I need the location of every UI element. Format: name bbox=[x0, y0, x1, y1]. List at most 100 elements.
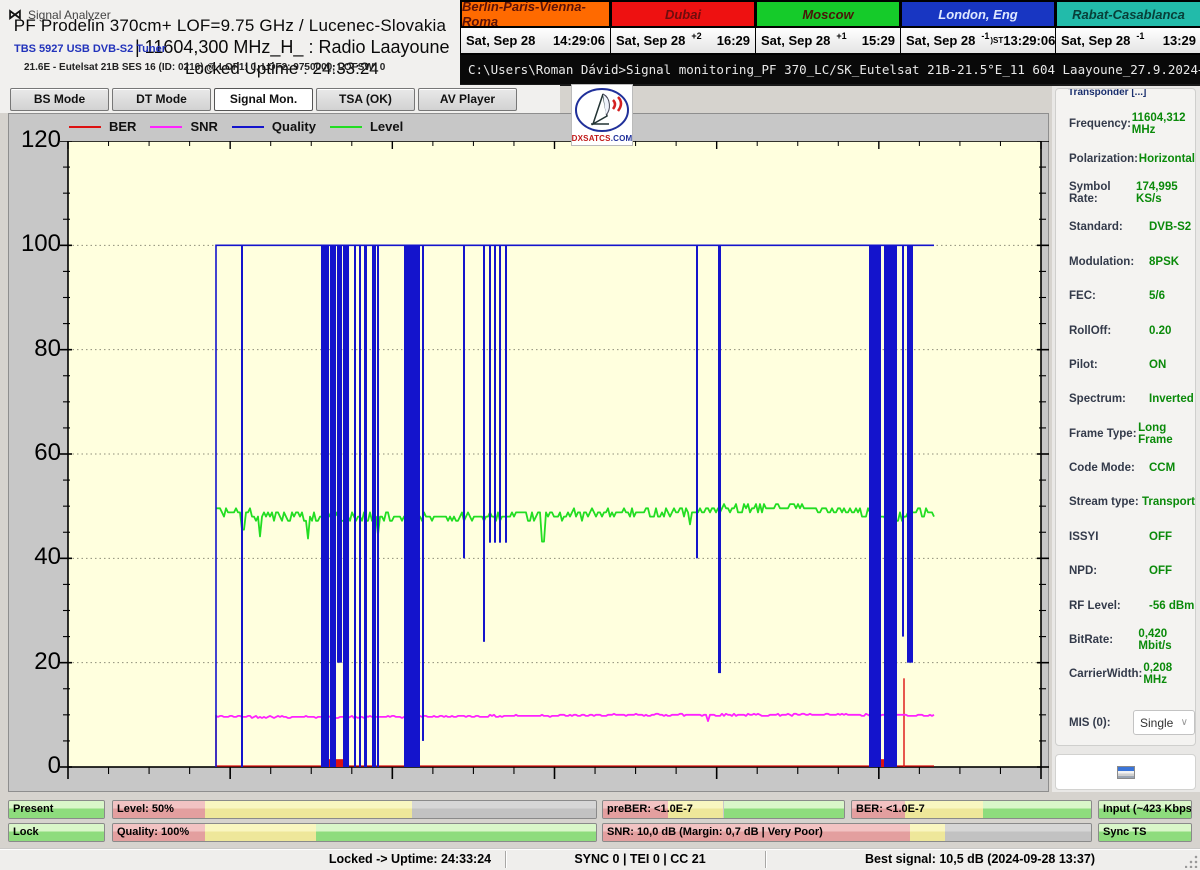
sidebar-label: MIS (0): bbox=[1069, 717, 1133, 729]
status-divider bbox=[765, 851, 767, 868]
clock-time: 15:29 bbox=[862, 33, 895, 48]
resize-grip[interactable] bbox=[1185, 855, 1198, 868]
sidebar-row-frequency-: Frequency:11604,312 MHz bbox=[1056, 107, 1195, 141]
sidebar-row-fec-: FEC:5/6 bbox=[1056, 279, 1195, 313]
meter-label: SNR: 10,0 dB (Margin: 0,7 dB | Very Poor… bbox=[607, 826, 823, 838]
sidebar-row-symbol-rate-: Symbol Rate:174,995 KS/s bbox=[1056, 176, 1195, 210]
meter-input-kbps-: Input (~423 Kbps) bbox=[1098, 800, 1192, 819]
clock-time: 13:29:06 bbox=[1003, 33, 1055, 48]
status-bar: Locked -> Uptime: 24:33:24 SYNC 0 | TEI … bbox=[0, 848, 1200, 870]
clock-date: Sat, Sep 28 bbox=[761, 33, 830, 48]
signal-history-plot bbox=[9, 141, 1050, 791]
sidebar-label: Modulation: bbox=[1069, 256, 1149, 268]
meter-present: Present bbox=[8, 800, 105, 819]
meter-label: Lock bbox=[13, 826, 39, 838]
legend-label: Level bbox=[370, 119, 403, 134]
transponder-sidebar: Transponder [...] Frequency:11604,312 MH… bbox=[1052, 86, 1200, 792]
meter-label: Level: 50% bbox=[117, 803, 174, 815]
sidebar-value: 8PSK bbox=[1149, 256, 1179, 268]
sidebar-label: BitRate: bbox=[1069, 634, 1138, 646]
sidebar-row-bitrate-: BitRate:0,420 Mbit/s bbox=[1056, 623, 1195, 657]
chart-legend: BERSNRQualityLevel bbox=[69, 119, 403, 134]
clock-time: 13:29 bbox=[1163, 33, 1196, 48]
satellite-label: 21.6E - Eutelsat 21B SES 16 (ID: 0216) @… bbox=[24, 62, 385, 73]
meter-segment bbox=[205, 824, 316, 841]
ts-data-button[interactable] bbox=[1055, 754, 1196, 790]
meter-segment bbox=[412, 801, 596, 818]
meter-snr: SNR: 10,0 dB (Margin: 0,7 dB | Very Poor… bbox=[602, 823, 1092, 842]
sidebar-row-spectrum-: Spectrum:Inverted bbox=[1056, 382, 1195, 416]
sidebar-label: NPD: bbox=[1069, 565, 1149, 577]
clock-time-cell: Sat, Sep 28-113:29 bbox=[1056, 28, 1200, 53]
meter-label: BER: <1.0E-7 bbox=[856, 803, 925, 815]
meter-ber: BER: <1.0E-7 bbox=[851, 800, 1092, 819]
status-best-signal: Best signal: 10,5 dB (2024-09-28 13:37) bbox=[775, 852, 1185, 866]
sidebar-label: Standard: bbox=[1069, 221, 1149, 233]
mode-button-tsa-ok-[interactable]: TSA (OK) bbox=[316, 88, 415, 111]
sidebar-row-npd-: NPD:OFF bbox=[1056, 554, 1195, 588]
mis-dropdown[interactable]: Single∨ bbox=[1133, 710, 1195, 735]
clock-date: Sat, Sep 28 bbox=[906, 33, 975, 48]
signal-chart-panel: BERSNRQualityLevel 020406080100120 bbox=[8, 113, 1049, 792]
sidebar-label: Pilot: bbox=[1069, 359, 1149, 371]
sidebar-value: Inverted bbox=[1149, 393, 1194, 405]
legend-item-ber: BER bbox=[69, 119, 136, 134]
status-sync: SYNC 0 | TEI 0 | CC 21 bbox=[515, 852, 765, 866]
meter-segment bbox=[316, 824, 596, 841]
chevron-down-icon: ∨ bbox=[1181, 717, 1188, 728]
clock-utc-offset: +1 bbox=[836, 31, 846, 41]
dish-title: PF Prodelin 370cm+ LOF=9.75 GHz / Lucene… bbox=[0, 16, 460, 36]
legend-swatch bbox=[69, 126, 101, 128]
meter-label: Input (~423 Kbps) bbox=[1103, 803, 1192, 815]
logo-text: DXSATCS.COM bbox=[572, 134, 633, 143]
sidebar-label: Code Mode: bbox=[1069, 462, 1149, 474]
clock-utc-offset: -1 bbox=[981, 31, 989, 41]
clock-city-berlin-paris-vienna-roma: Berlin-Paris-Vienna-Roma bbox=[461, 1, 610, 27]
sidebar-value: 0,208 MHz bbox=[1143, 662, 1195, 686]
meter-level: Level: 50% bbox=[112, 800, 597, 819]
meter-segment bbox=[205, 801, 413, 818]
sidebar-value: OFF bbox=[1149, 531, 1172, 543]
clock-time-cell: Sat, Sep 28 +1 15:29 bbox=[756, 28, 900, 53]
frequency-title: | 11604,300 MHz_H_ : Radio Laayoune bbox=[135, 37, 450, 58]
sidebar-value: -56 dBm bbox=[1149, 600, 1194, 612]
clock-city-dubai: Dubai bbox=[611, 1, 755, 27]
mode-button-row: BS ModeDT ModeSignal Mon.TSA (OK)AV Play… bbox=[0, 85, 560, 113]
clock-date: Sat, Sep 28 bbox=[1061, 33, 1130, 48]
world-clocks: Berlin-Paris-Vienna-RomaDubaiMoscowLondo… bbox=[460, 0, 1200, 55]
mode-button-signal-mon-[interactable]: Signal Mon. bbox=[214, 88, 313, 111]
sidebar-label: FEC: bbox=[1069, 290, 1149, 302]
status-uptime: Locked -> Uptime: 24:33:24 bbox=[320, 852, 500, 866]
sidebar-value: OFF bbox=[1149, 565, 1172, 577]
sidebar-row-polarization-: Polarization:Horizontal bbox=[1056, 141, 1195, 175]
sidebar-label: RF Level: bbox=[1069, 600, 1149, 612]
meter-label: Sync TS bbox=[1103, 826, 1146, 838]
clock-date: Sat, Sep 28 bbox=[616, 33, 685, 48]
mode-button-bs-mode[interactable]: BS Mode bbox=[10, 88, 109, 111]
legend-swatch bbox=[330, 126, 362, 128]
sidebar-value: Long Frame bbox=[1138, 422, 1195, 446]
sidebar-value: Transport bbox=[1142, 496, 1195, 508]
transponder-info-panel: Transponder [...] Frequency:11604,312 MH… bbox=[1055, 88, 1196, 746]
sidebar-row-issyi: ISSYIOFF bbox=[1056, 520, 1195, 554]
meter-segment bbox=[945, 824, 1091, 841]
meter-label: preBER: <1.0E-7 bbox=[607, 803, 693, 815]
satellite-dish-icon bbox=[573, 86, 631, 134]
sidebar-value: ON bbox=[1149, 359, 1166, 371]
mode-button-av-player[interactable]: AV Player bbox=[418, 88, 517, 111]
meter-segment bbox=[983, 801, 1091, 818]
meter-sync-ts: Sync TS bbox=[1098, 823, 1192, 842]
dxsatcs-logo: DXSATCS.COM bbox=[571, 84, 633, 146]
status-divider bbox=[505, 851, 507, 868]
sidebar-row-rf-level-: RF Level:-56 dBm bbox=[1056, 588, 1195, 622]
sidebar-label: ISSYI bbox=[1069, 531, 1149, 543]
mode-button-dt-mode[interactable]: DT Mode bbox=[112, 88, 211, 111]
clock-time-cell: Sat, Sep 2814:29:06 bbox=[461, 28, 610, 53]
clock-time-cell: Sat, Sep 28+216:29 bbox=[611, 28, 755, 53]
legend-item-level: Level bbox=[330, 119, 403, 134]
sidebar-value: CCM bbox=[1149, 462, 1175, 474]
sidebar-row-stream-type-: Stream type:Transport bbox=[1056, 485, 1195, 519]
sidebar-row-frame-type-: Frame Type:Long Frame bbox=[1056, 417, 1195, 451]
app-header: ⋈ Signal Analyzer PF Prodelin 370cm+ LOF… bbox=[0, 0, 460, 85]
sidebar-label: Frame Type: bbox=[1069, 428, 1138, 440]
